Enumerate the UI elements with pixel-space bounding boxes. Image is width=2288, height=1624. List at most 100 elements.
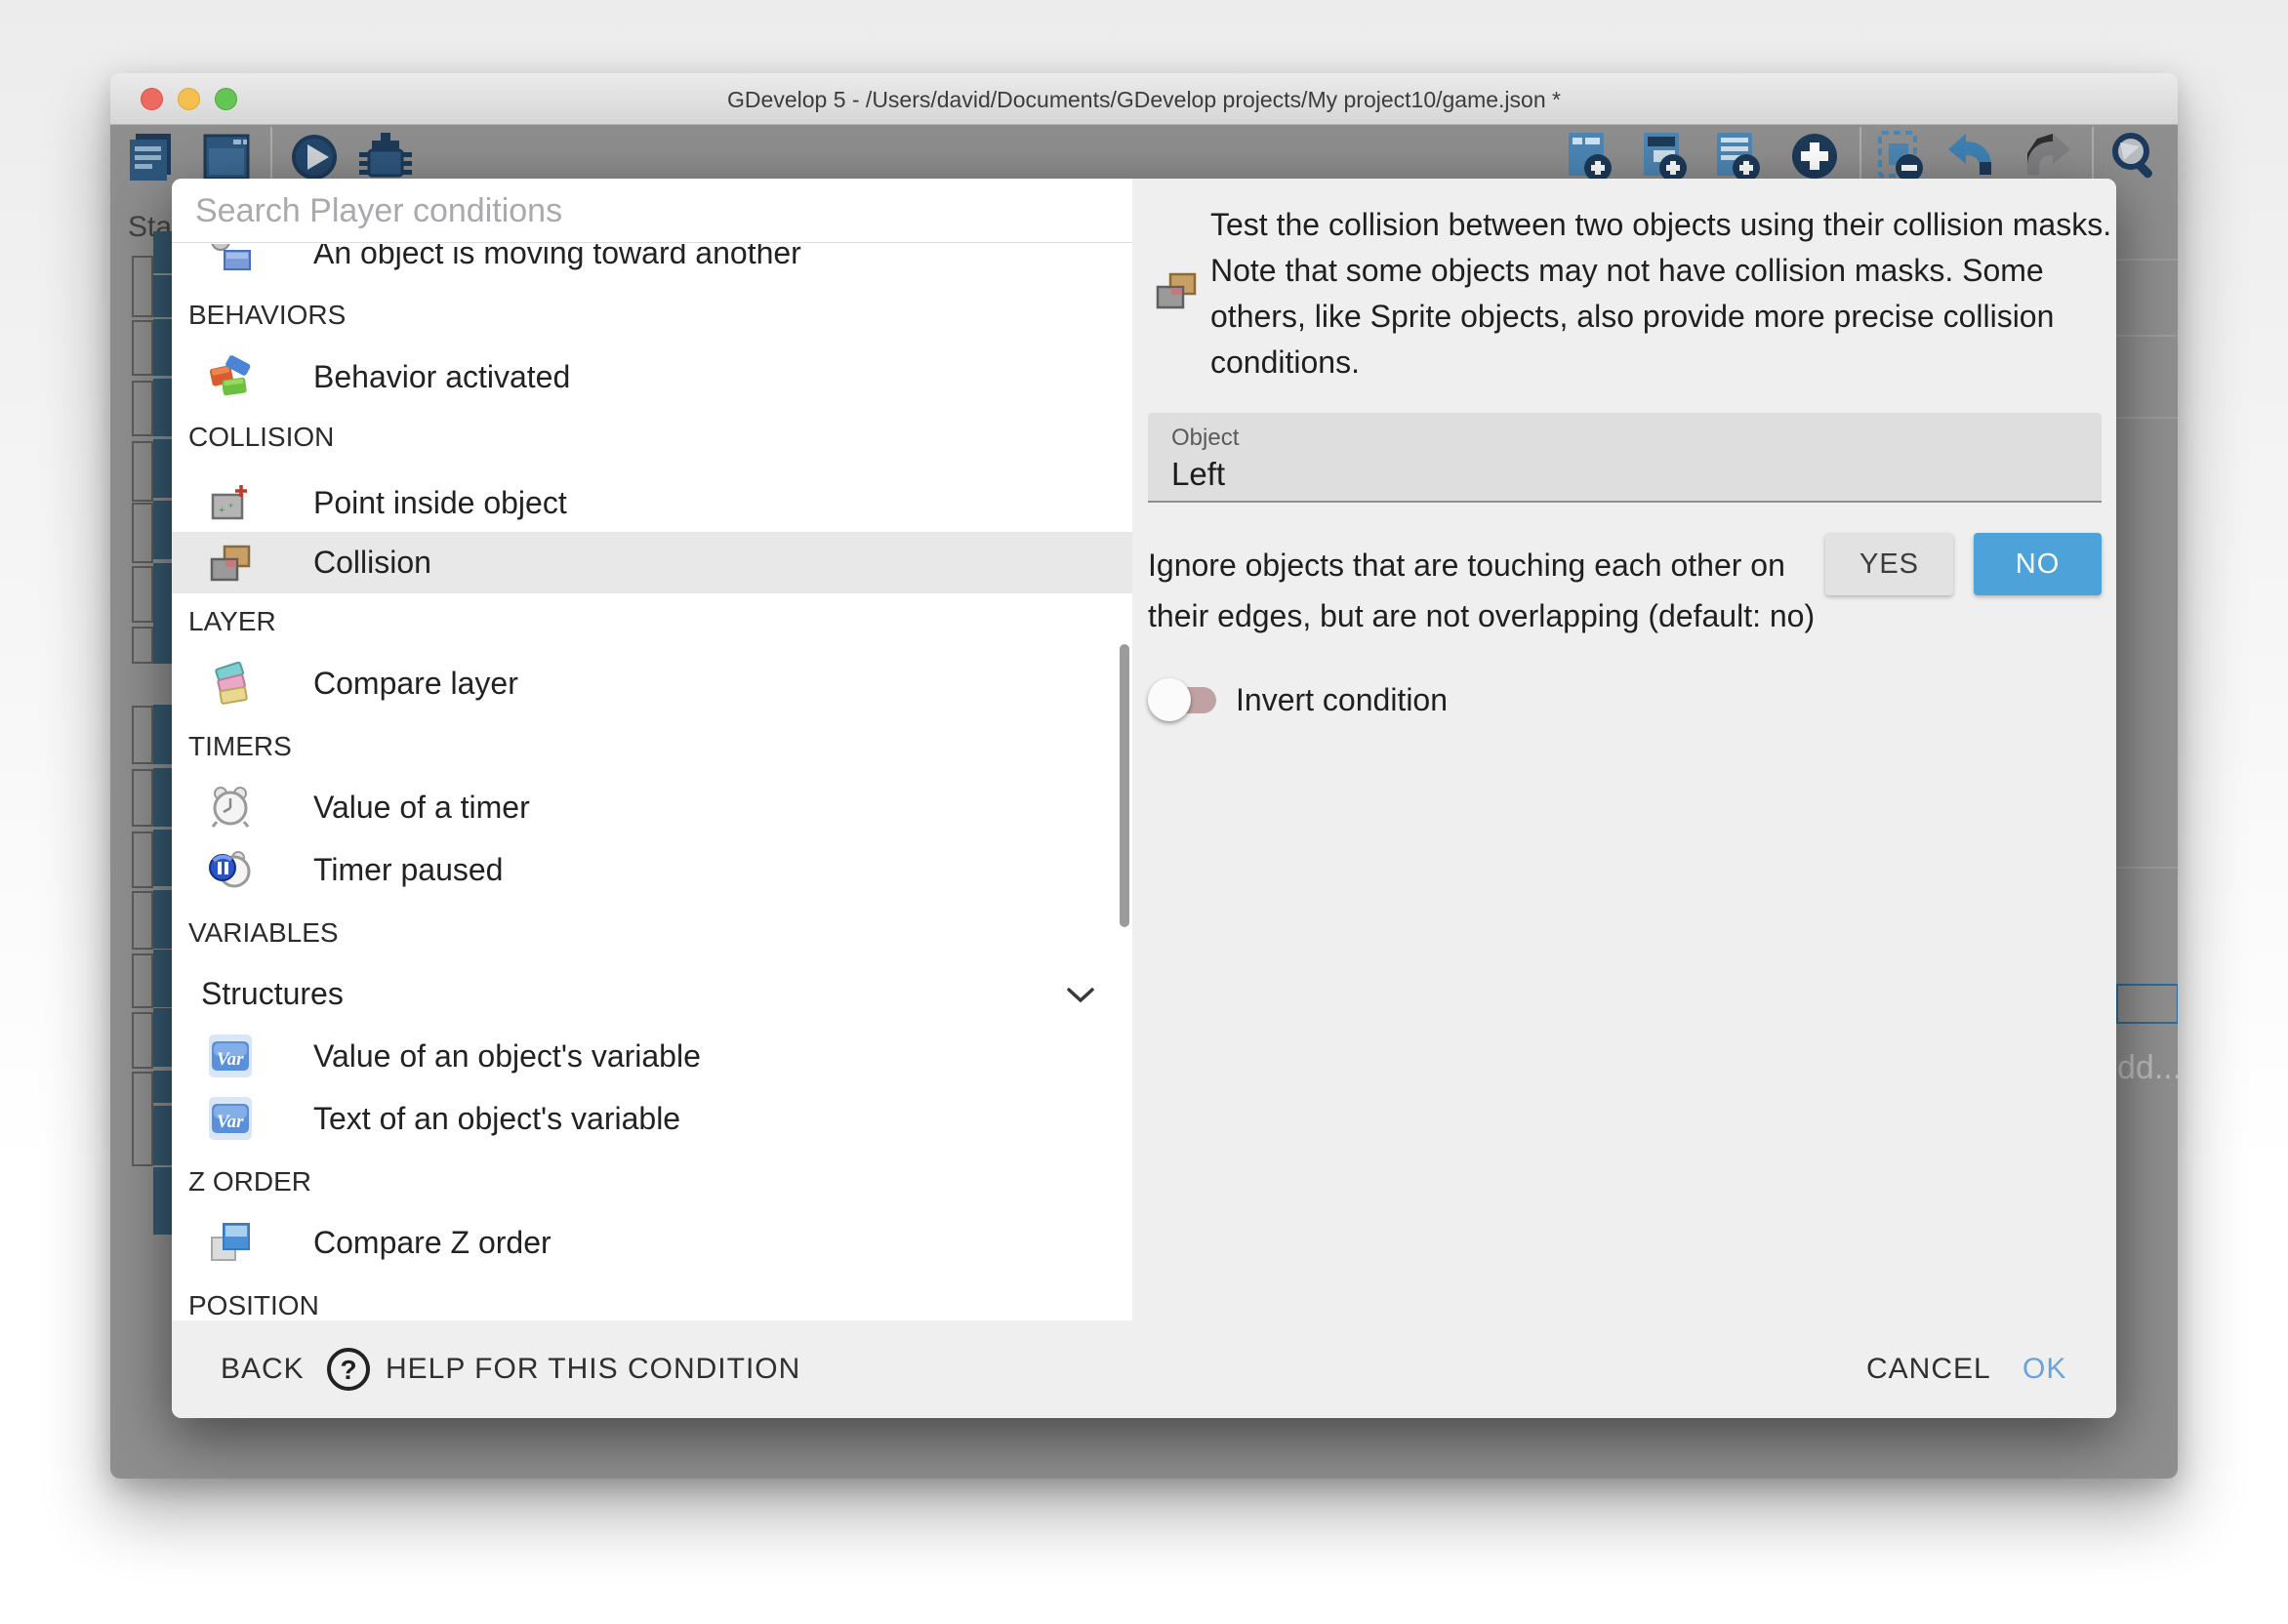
event-block bbox=[153, 705, 172, 764]
condition-description: Test the collision between two objects u… bbox=[1210, 202, 2104, 386]
category-header: LAYER bbox=[172, 590, 1132, 652]
object-field[interactable]: Object Left bbox=[1148, 413, 2102, 503]
event-block bbox=[153, 830, 172, 886]
add-circle-icon[interactable] bbox=[1786, 129, 1843, 185]
invert-toggle-knob[interactable] bbox=[1148, 678, 1191, 721]
event-outline bbox=[132, 320, 153, 376]
event-block bbox=[153, 275, 172, 317]
delete-event-icon[interactable] bbox=[1872, 129, 1929, 185]
list-item[interactable]: ++ Point inside object bbox=[172, 472, 1132, 534]
dialog-footer: BACK ? HELP FOR THIS CONDITION CANCEL OK bbox=[172, 1320, 2116, 1418]
event-block bbox=[153, 1106, 172, 1165]
search-input[interactable] bbox=[195, 186, 1074, 235]
behavior-icon bbox=[209, 355, 252, 398]
list-item[interactable]: Timer paused bbox=[172, 839, 1132, 901]
add-event-icon[interactable] bbox=[1561, 129, 1617, 185]
zorder-icon bbox=[209, 1221, 252, 1264]
group-label: Structures bbox=[201, 963, 344, 1025]
collision-icon bbox=[1155, 268, 1198, 311]
category-header: COLLISION bbox=[172, 406, 1132, 467]
chevron-down-icon bbox=[1067, 988, 1094, 1003]
row-separator bbox=[2116, 417, 2178, 419]
var-icon: Var bbox=[209, 1035, 252, 1077]
list-scrollbar[interactable] bbox=[1120, 644, 1129, 927]
point-inside-icon: ++ bbox=[209, 481, 252, 524]
condition-label: An object is moving toward another bbox=[313, 244, 801, 284]
category-label: TIMERS bbox=[188, 715, 292, 777]
list-item-selected[interactable]: Collision bbox=[172, 532, 1132, 593]
event-block bbox=[153, 563, 172, 664]
yes-button[interactable]: YES bbox=[1825, 533, 1953, 595]
group-row-structures[interactable]: Structures bbox=[172, 963, 1132, 1025]
var-icon: Var bbox=[209, 1097, 252, 1140]
event-block bbox=[153, 379, 172, 436]
event-block bbox=[153, 1008, 172, 1067]
condition-editor-dialog: An object is moving toward another BEHAV… bbox=[172, 179, 2116, 1418]
event-block bbox=[153, 319, 172, 376]
ignore-line: Ignore objects that are touching each ot… bbox=[1148, 540, 1792, 590]
event-block bbox=[153, 439, 172, 498]
object-field-value: Left bbox=[1171, 456, 1225, 493]
collision-icon bbox=[209, 541, 252, 584]
category-label: BEHAVIORS bbox=[188, 284, 346, 345]
scene-editor-icon[interactable] bbox=[198, 129, 255, 185]
description-line: Test the collision between two objects u… bbox=[1210, 202, 2104, 248]
event-block bbox=[153, 890, 172, 949]
description-line: others, like Sprite objects, also provid… bbox=[1210, 294, 2104, 340]
event-outline bbox=[132, 832, 153, 888]
list-item[interactable]: An object is moving toward another bbox=[172, 244, 1132, 284]
condition-label: Collision bbox=[313, 532, 431, 593]
svg-text:+: + bbox=[228, 501, 233, 510]
toolbar-search-icon[interactable] bbox=[2106, 129, 2163, 185]
event-outline bbox=[132, 441, 153, 502]
conditions-list: An object is moving toward another BEHAV… bbox=[172, 244, 1132, 1320]
row-separator bbox=[2116, 259, 2178, 261]
list-item[interactable]: Behavior activated bbox=[172, 346, 1132, 408]
event-block bbox=[153, 768, 172, 827]
event-outline bbox=[132, 706, 153, 764]
undo-icon[interactable] bbox=[1944, 129, 2001, 185]
help-icon[interactable]: ? bbox=[327, 1348, 370, 1391]
list-item[interactable]: Var Text of an object's variable bbox=[172, 1088, 1132, 1150]
cancel-button[interactable]: CANCEL bbox=[1866, 1320, 1991, 1418]
object-field-label: Object bbox=[1171, 425, 1239, 452]
compare-layer-icon bbox=[209, 662, 252, 705]
event-outline bbox=[132, 503, 153, 563]
no-button[interactable]: NO bbox=[1974, 533, 2102, 595]
project-manager-icon[interactable] bbox=[124, 129, 181, 185]
add-subevent-icon[interactable] bbox=[1636, 129, 1693, 185]
list-item[interactable]: Compare Z order bbox=[172, 1212, 1132, 1274]
category-label: Z ORDER bbox=[188, 1151, 311, 1212]
event-block bbox=[153, 950, 172, 1007]
search-bar bbox=[172, 179, 1132, 243]
invert-condition-label: Invert condition bbox=[1236, 674, 1448, 725]
add-comment-icon[interactable] bbox=[1709, 129, 1766, 185]
back-button[interactable]: BACK bbox=[221, 1320, 305, 1418]
event-block bbox=[153, 231, 172, 273]
description-line: Note that some objects may not have coll… bbox=[1210, 248, 2104, 294]
redo-icon[interactable] bbox=[2018, 129, 2074, 185]
event-outline bbox=[132, 891, 153, 950]
ignore-edges-label: Ignore objects that are touching each ot… bbox=[1148, 540, 1792, 641]
play-icon[interactable] bbox=[286, 129, 343, 185]
ok-button[interactable]: OK bbox=[2022, 1320, 2066, 1418]
window-title: GDevelop 5 - /Users/david/Documents/GDev… bbox=[110, 87, 2178, 113]
condition-label: Point inside object bbox=[313, 472, 567, 534]
help-button[interactable]: HELP FOR THIS CONDITION bbox=[386, 1320, 800, 1418]
list-item[interactable]: Value of a timer bbox=[172, 777, 1132, 838]
event-block bbox=[153, 1167, 172, 1235]
debug-icon[interactable] bbox=[357, 129, 414, 185]
event-outline bbox=[132, 1072, 153, 1166]
category-label: COLLISION bbox=[188, 406, 334, 467]
condition-label: Compare Z order bbox=[313, 1212, 552, 1274]
condition-label: Behavior activated bbox=[313, 346, 570, 408]
list-item[interactable]: Compare layer bbox=[172, 653, 1132, 714]
event-outline bbox=[132, 566, 153, 623]
ignore-line: their edges, but are not overlapping (de… bbox=[1148, 590, 1792, 641]
row-separator bbox=[2116, 867, 2178, 869]
event-outline bbox=[132, 769, 153, 827]
event-outline bbox=[132, 381, 153, 436]
svg-text:Var: Var bbox=[217, 1112, 244, 1132]
list-item[interactable]: Var Value of an object's variable bbox=[172, 1026, 1132, 1087]
condition-label: Text of an object's variable bbox=[313, 1088, 680, 1150]
